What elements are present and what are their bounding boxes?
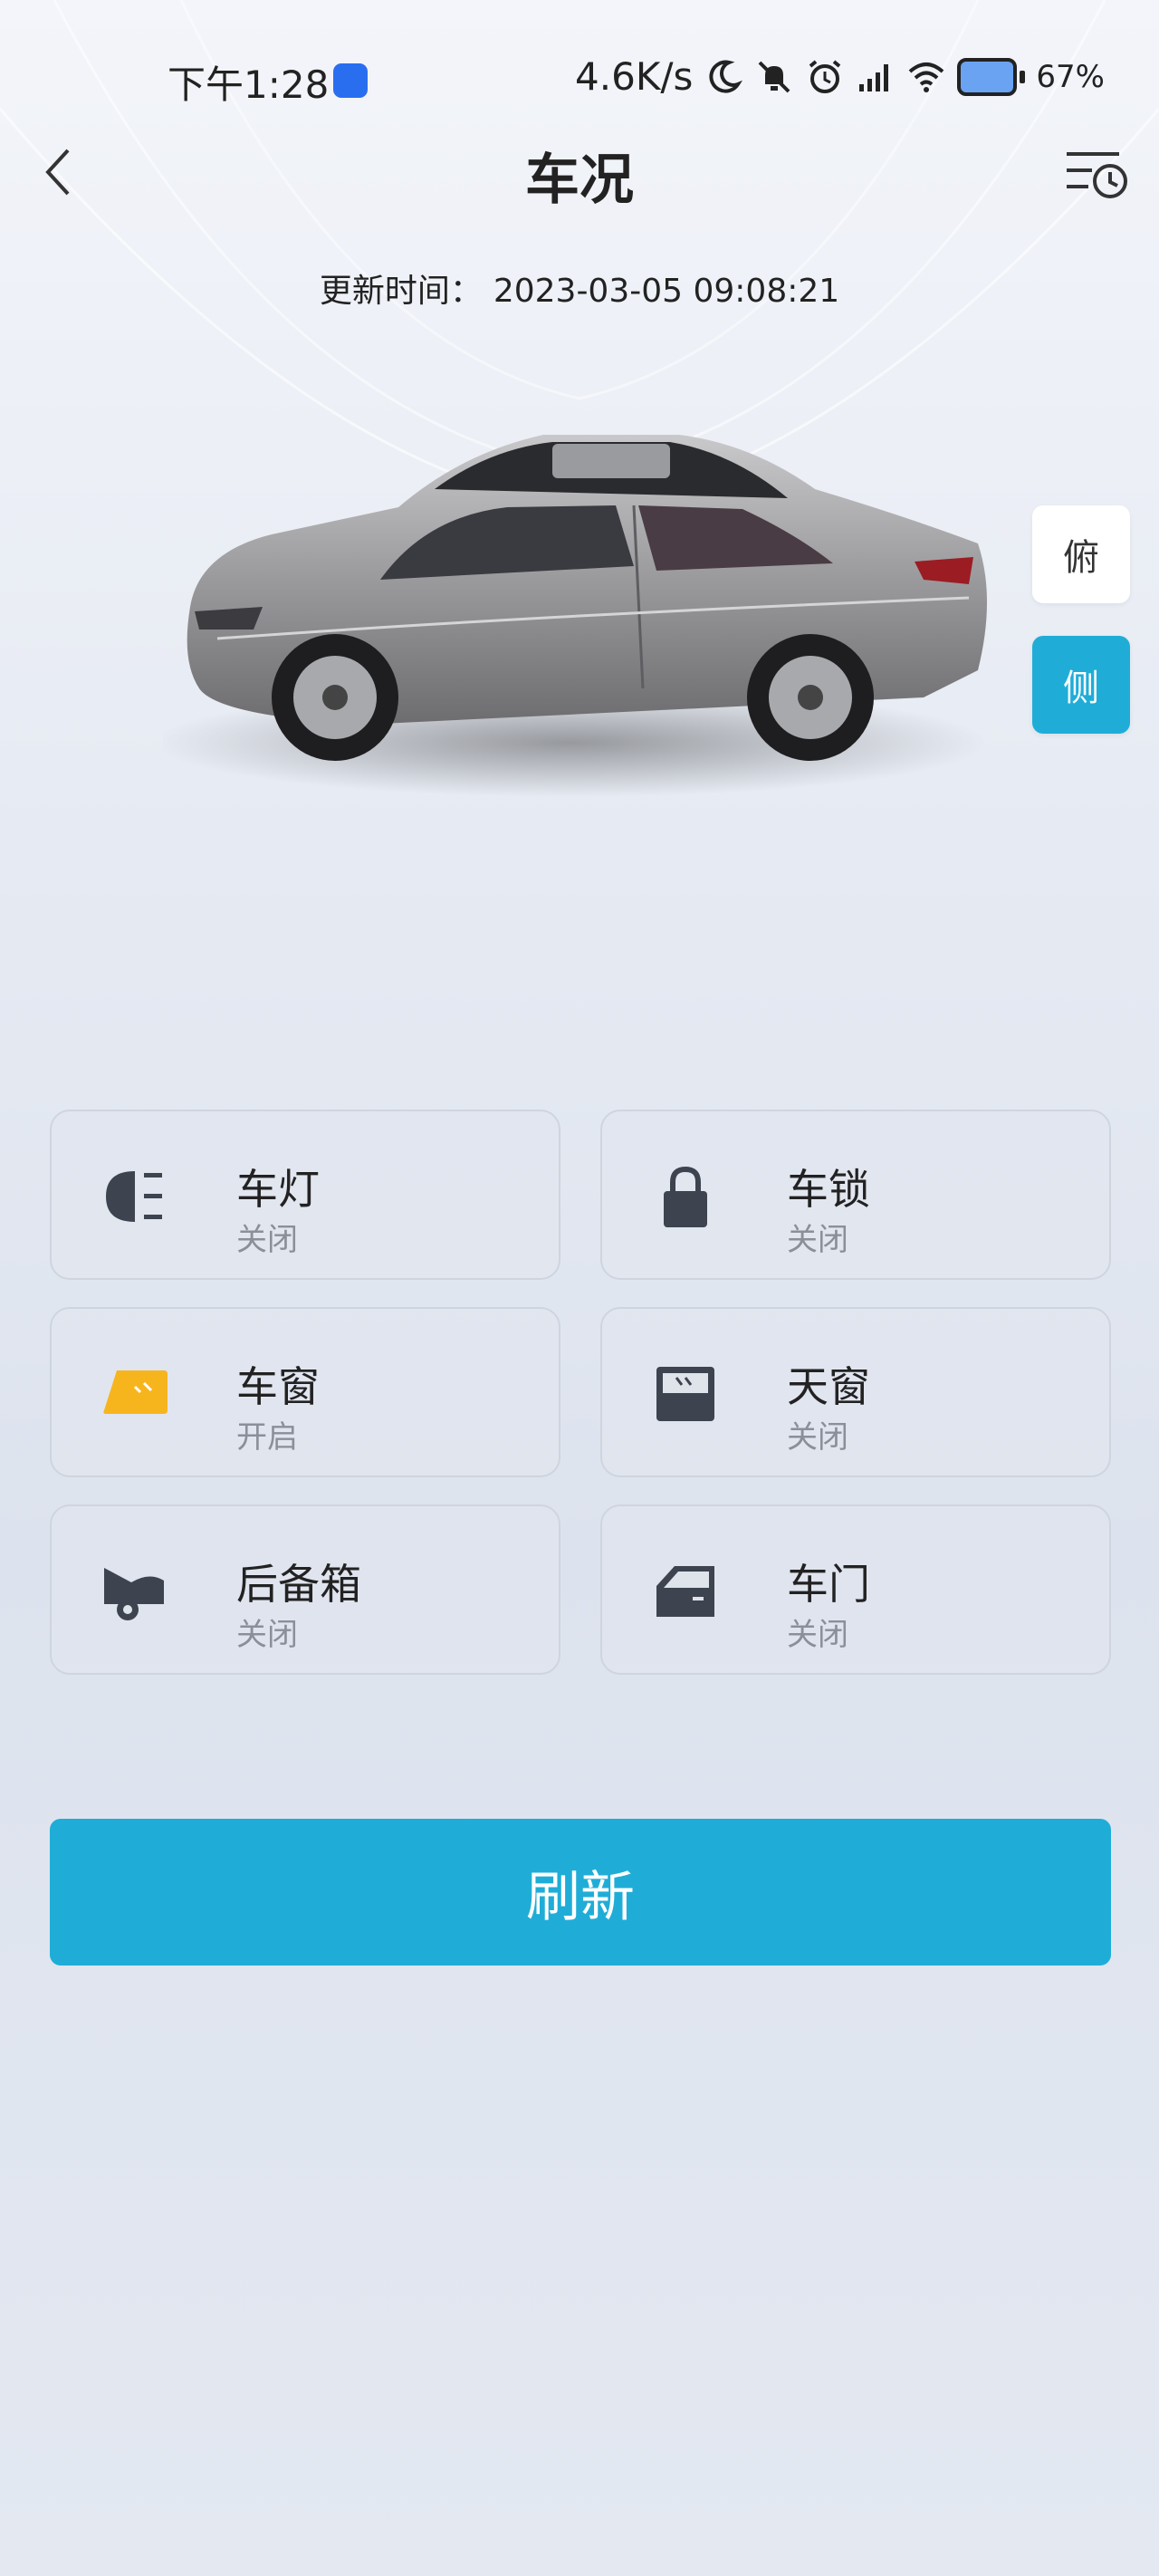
status-card-state: 关闭: [787, 1419, 848, 1456]
status-card-lock[interactable]: 车锁 关闭: [600, 1110, 1111, 1280]
signal-icon: [859, 63, 889, 91]
list-clock-icon: [1067, 152, 1127, 198]
headlight-icon: [99, 1160, 171, 1233]
status-card-name: 车锁: [787, 1165, 870, 1214]
app-badge-icon: [333, 63, 368, 98]
status-card-state: 关闭: [236, 1617, 298, 1653]
status-card-name: 车门: [787, 1560, 870, 1609]
page-title: 车况: [525, 149, 634, 212]
update-time-row: 更新时间： 2023-03-05 09:08:21: [0, 264, 1159, 312]
moon-icon: [709, 60, 743, 93]
car-image: [163, 435, 987, 797]
update-time-value: 2023-03-05 09:08:21: [493, 273, 840, 310]
status-card-state: 关闭: [236, 1222, 298, 1258]
lock-icon: [649, 1160, 722, 1233]
status-card-name: 天窗: [787, 1362, 870, 1411]
status-card-trunk[interactable]: 后备箱 关闭: [50, 1504, 560, 1675]
header: 车况: [0, 127, 1159, 217]
status-card-state: 关闭: [787, 1222, 848, 1258]
status-card-window[interactable]: 车窗 开启: [50, 1307, 560, 1477]
status-card-sunroof[interactable]: 天窗 关闭: [600, 1307, 1111, 1477]
battery-icon: [957, 57, 1026, 96]
status-card-name: 车窗: [236, 1362, 320, 1411]
view-top-button[interactable]: 俯: [1032, 505, 1130, 603]
alarm-icon: [809, 59, 841, 93]
wifi-icon: [909, 62, 944, 92]
status-time: 下午1:28: [168, 62, 330, 107]
network-speed: 4.6K/s: [575, 54, 694, 99]
trunk-icon: [99, 1555, 171, 1628]
sunroof-icon: [649, 1358, 722, 1430]
update-time-label: 更新时间：: [319, 273, 483, 310]
status-card-door[interactable]: 车门 关闭: [600, 1504, 1111, 1675]
refresh-button[interactable]: 刷新: [50, 1819, 1111, 1966]
door-icon: [649, 1555, 722, 1628]
status-card-state: 关闭: [787, 1617, 848, 1653]
battery-percent: 67%: [1036, 58, 1105, 95]
status-card-name: 后备箱: [236, 1560, 361, 1609]
status-right: 4.6K/s 67%: [575, 54, 1105, 99]
view-side-button[interactable]: 侧: [1032, 636, 1130, 734]
status-card-name: 车灯: [236, 1165, 320, 1214]
status-card-state: 开启: [236, 1419, 298, 1456]
status-card-light[interactable]: 车灯 关闭: [50, 1110, 560, 1280]
history-button[interactable]: [1059, 136, 1132, 208]
vehicle-status-grid: 车灯 关闭 车锁 关闭 车窗 开启 天窗 关闭 后备箱 关闭 车门 关闭: [50, 1110, 1111, 1675]
window-icon: [99, 1358, 171, 1430]
mute-bell-icon: [759, 61, 790, 92]
